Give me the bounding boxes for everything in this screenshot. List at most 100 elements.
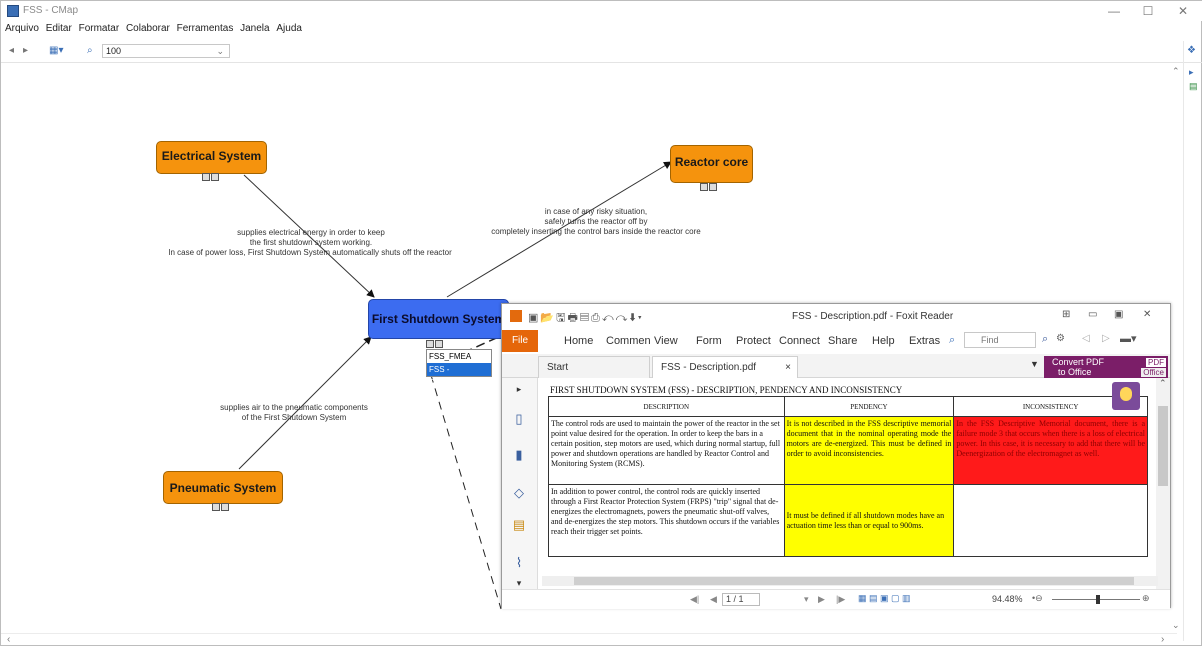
canvas-horizontal-scrollbar[interactable]: ‹ › <box>1 633 1177 645</box>
pdf-scroll-up-icon: ⌃ <box>1159 378 1167 388</box>
zoom-select[interactable]: 100 ⌄ <box>102 44 230 58</box>
table-header-row: DESCRIPTION PENDENCY INCONSISTENCY <box>548 396 1148 417</box>
table-row: The control rods are used to maintain th… <box>548 416 1148 485</box>
find-input[interactable]: Find <box>964 332 1036 348</box>
link-label-pneumatic[interactable]: supplies air to the pneumatic components… <box>194 403 394 423</box>
forward-arrow-icon[interactable]: ▸ <box>23 45 28 56</box>
pdf-page[interactable]: FIRST SHUTDOWN SYSTEM (FSS) - DESCRIPTIO… <box>542 380 1157 580</box>
page-number-input[interactable]: 1 / 1 <box>722 593 760 606</box>
page-dropdown-icon[interactable]: ▾ <box>804 594 809 605</box>
last-page-icon[interactable]: |▶ <box>836 594 845 605</box>
status-bar: ◀| ◀ 1 / 1 ▾ ▶ |▶ ▦ ▤ ▣ ▢ ▥ 94.48% •⊖ ⊕ <box>502 589 1170 609</box>
scroll-left-icon: ‹ <box>7 634 11 645</box>
search-icon[interactable]: ⌕ <box>1042 333 1048 346</box>
tab-extras[interactable]: Extras <box>909 335 940 347</box>
electrical-resource-icons[interactable] <box>202 168 222 181</box>
shutdown-resource-icons[interactable] <box>426 335 446 348</box>
tab-document[interactable]: FSS - Description.pdf × <box>652 356 798 378</box>
view-mode-icons[interactable]: ▦ ▤ ▣ ▢ ▥ <box>858 593 911 604</box>
tab-start[interactable]: Start <box>538 356 650 378</box>
panel-tool-icon[interactable]: ▸ <box>1189 67 1194 78</box>
bookmark-icon[interactable]: ▮ <box>512 448 526 462</box>
cell-row1-pendency: It is not described in the FSS descripti… <box>783 416 955 485</box>
resource-item-description[interactable]: FSS - Description <box>427 363 491 387</box>
view-menu-icon[interactable]: ▦▾ <box>49 45 63 56</box>
panel-list-icon[interactable]: ▤ <box>1189 81 1198 92</box>
foxit-window-title: FSS - Description.pdf - Foxit Reader <box>792 311 954 322</box>
link-label-electrical-2[interactable]: In case of power loss, First Shutdown Sy… <box>153 248 467 258</box>
office-badge: Office <box>1141 368 1166 377</box>
tab-protect[interactable]: Protect <box>736 335 771 347</box>
tab-close-icon[interactable]: × <box>785 357 791 379</box>
menu-ajuda[interactable]: Ajuda <box>276 23 302 34</box>
pdf-horizontal-scrollbar[interactable] <box>542 576 1158 586</box>
next-page-icon[interactable]: ▶ <box>818 594 825 605</box>
zoom-search-icon[interactable]: ⌕ <box>87 45 93 56</box>
foxit-logo-icon <box>510 310 522 322</box>
cell-row2-description: In addition to power control, the contro… <box>548 484 785 557</box>
foxit-minimize-icon[interactable]: ▭ <box>1088 309 1097 320</box>
tab-list-dropdown-icon[interactable]: ▼ <box>1030 359 1039 369</box>
link-label-reactor[interactable]: in case of any risky situation, safely t… <box>481 207 711 237</box>
menu-editar[interactable]: Editar <box>46 23 72 34</box>
reactor-resource-icons[interactable] <box>700 178 720 191</box>
tab-connect[interactable]: Connect <box>779 335 820 347</box>
tab-help[interactable]: Help <box>872 335 895 347</box>
cmap-app-icon <box>7 5 19 17</box>
prev-result-icon[interactable]: ◁ <box>1082 333 1090 344</box>
foxit-reader-window: ▣📂🖫🖶▤⎙↶↷⬇▾ FSS - Description.pdf - Foxit… <box>501 303 1171 609</box>
cell-row2-pendency: It must be defined if all shutdown modes… <box>783 484 955 557</box>
file-tab[interactable]: File <box>502 330 538 352</box>
convert-line-1: Convert PDF <box>1052 357 1105 367</box>
pneumatic-resource-icons[interactable] <box>212 498 232 511</box>
pdf-vertical-scrollbar[interactable]: ⌃ <box>1156 378 1170 593</box>
minimize-button[interactable]: — <box>1097 3 1131 19</box>
right-side-panel: ▸ ▤ <box>1183 41 1202 641</box>
foxit-close-icon[interactable]: ✕ <box>1143 309 1151 320</box>
node-first-shutdown-system[interactable]: First Shutdown System <box>368 299 509 339</box>
canvas-vertical-scrollbar[interactable]: ⌃ ⌄ <box>1171 64 1181 634</box>
ribbon-options-icon[interactable]: ▬▾ <box>1120 332 1137 345</box>
prev-page-icon[interactable]: ◀ <box>710 594 717 605</box>
resource-item-fmea[interactable]: FSS_FMEA <box>427 350 491 363</box>
tab-comment[interactable]: Commen <box>606 335 651 347</box>
link-label-electrical[interactable]: supplies electrical energy in order to k… <box>221 228 401 248</box>
menu-arquivo[interactable]: Arquivo <box>5 23 39 34</box>
layout-icon[interactable]: ⊞ <box>1062 309 1070 320</box>
layers-icon[interactable]: ◇ <box>512 486 526 500</box>
quick-access-toolbar[interactable]: ▣📂🖫🖶▤⎙↶↷⬇▾ <box>528 309 644 328</box>
first-page-icon[interactable]: ◀| <box>690 594 699 605</box>
attachment-icon[interactable]: ⌇ <box>512 556 526 570</box>
find-icon: ⌕ <box>949 334 956 346</box>
close-button[interactable]: ✕ <box>1166 3 1200 19</box>
pdf-badge: PDF <box>1146 358 1166 367</box>
document-heading: FIRST SHUTDOWN SYSTEM (FSS) - DESCRIPTIO… <box>550 385 903 395</box>
tab-share[interactable]: Share <box>828 335 857 347</box>
resource-menu: FSS_FMEA FSS - Description <box>426 349 492 387</box>
scroll-right-icon: › <box>1161 634 1165 645</box>
menu-ferramentas[interactable]: Ferramentas <box>177 23 234 34</box>
next-result-icon[interactable]: ▷ <box>1102 333 1110 344</box>
menu-janela[interactable]: Janela <box>240 23 269 34</box>
dashed-resource-link-bottom <box>430 374 502 610</box>
zoom-out-icon[interactable]: •⊖ <box>1032 593 1043 604</box>
foxit-ribbon: File Home Commen View Form Protect Conne… <box>502 328 1170 354</box>
settings-gear-icon[interactable]: ⚙ <box>1056 333 1065 344</box>
tab-view[interactable]: View <box>654 335 678 347</box>
convert-pdf-to-office-button[interactable]: Convert PDF to Office PDF Office <box>1044 356 1168 378</box>
tab-form[interactable]: Form <box>696 335 722 347</box>
page-thumbnail-icon[interactable]: ▯ <box>512 412 526 426</box>
menu-colaborar[interactable]: Colaborar <box>126 23 170 34</box>
zoom-in-icon[interactable]: ⊕ <box>1142 593 1150 604</box>
menu-formatar[interactable]: Formatar <box>79 23 120 34</box>
zoom-slider-thumb[interactable] <box>1096 595 1100 604</box>
tab-home[interactable]: Home <box>564 335 593 347</box>
collapse-panel-icon[interactable]: ▾ <box>512 576 526 590</box>
comment-icon[interactable]: ▤ <box>512 518 526 532</box>
maximize-button[interactable]: ☐ <box>1131 3 1165 19</box>
foxit-restore-icon[interactable]: ▣ <box>1114 309 1123 320</box>
lightbulb-tip-icon[interactable] <box>1112 382 1140 410</box>
expand-panel-icon[interactable]: ▸ <box>512 382 526 396</box>
back-arrow-icon[interactable]: ◂ <box>9 45 14 56</box>
cell-row1-inconsistency: In the FSS Descriptive Memorial document… <box>953 416 1148 485</box>
